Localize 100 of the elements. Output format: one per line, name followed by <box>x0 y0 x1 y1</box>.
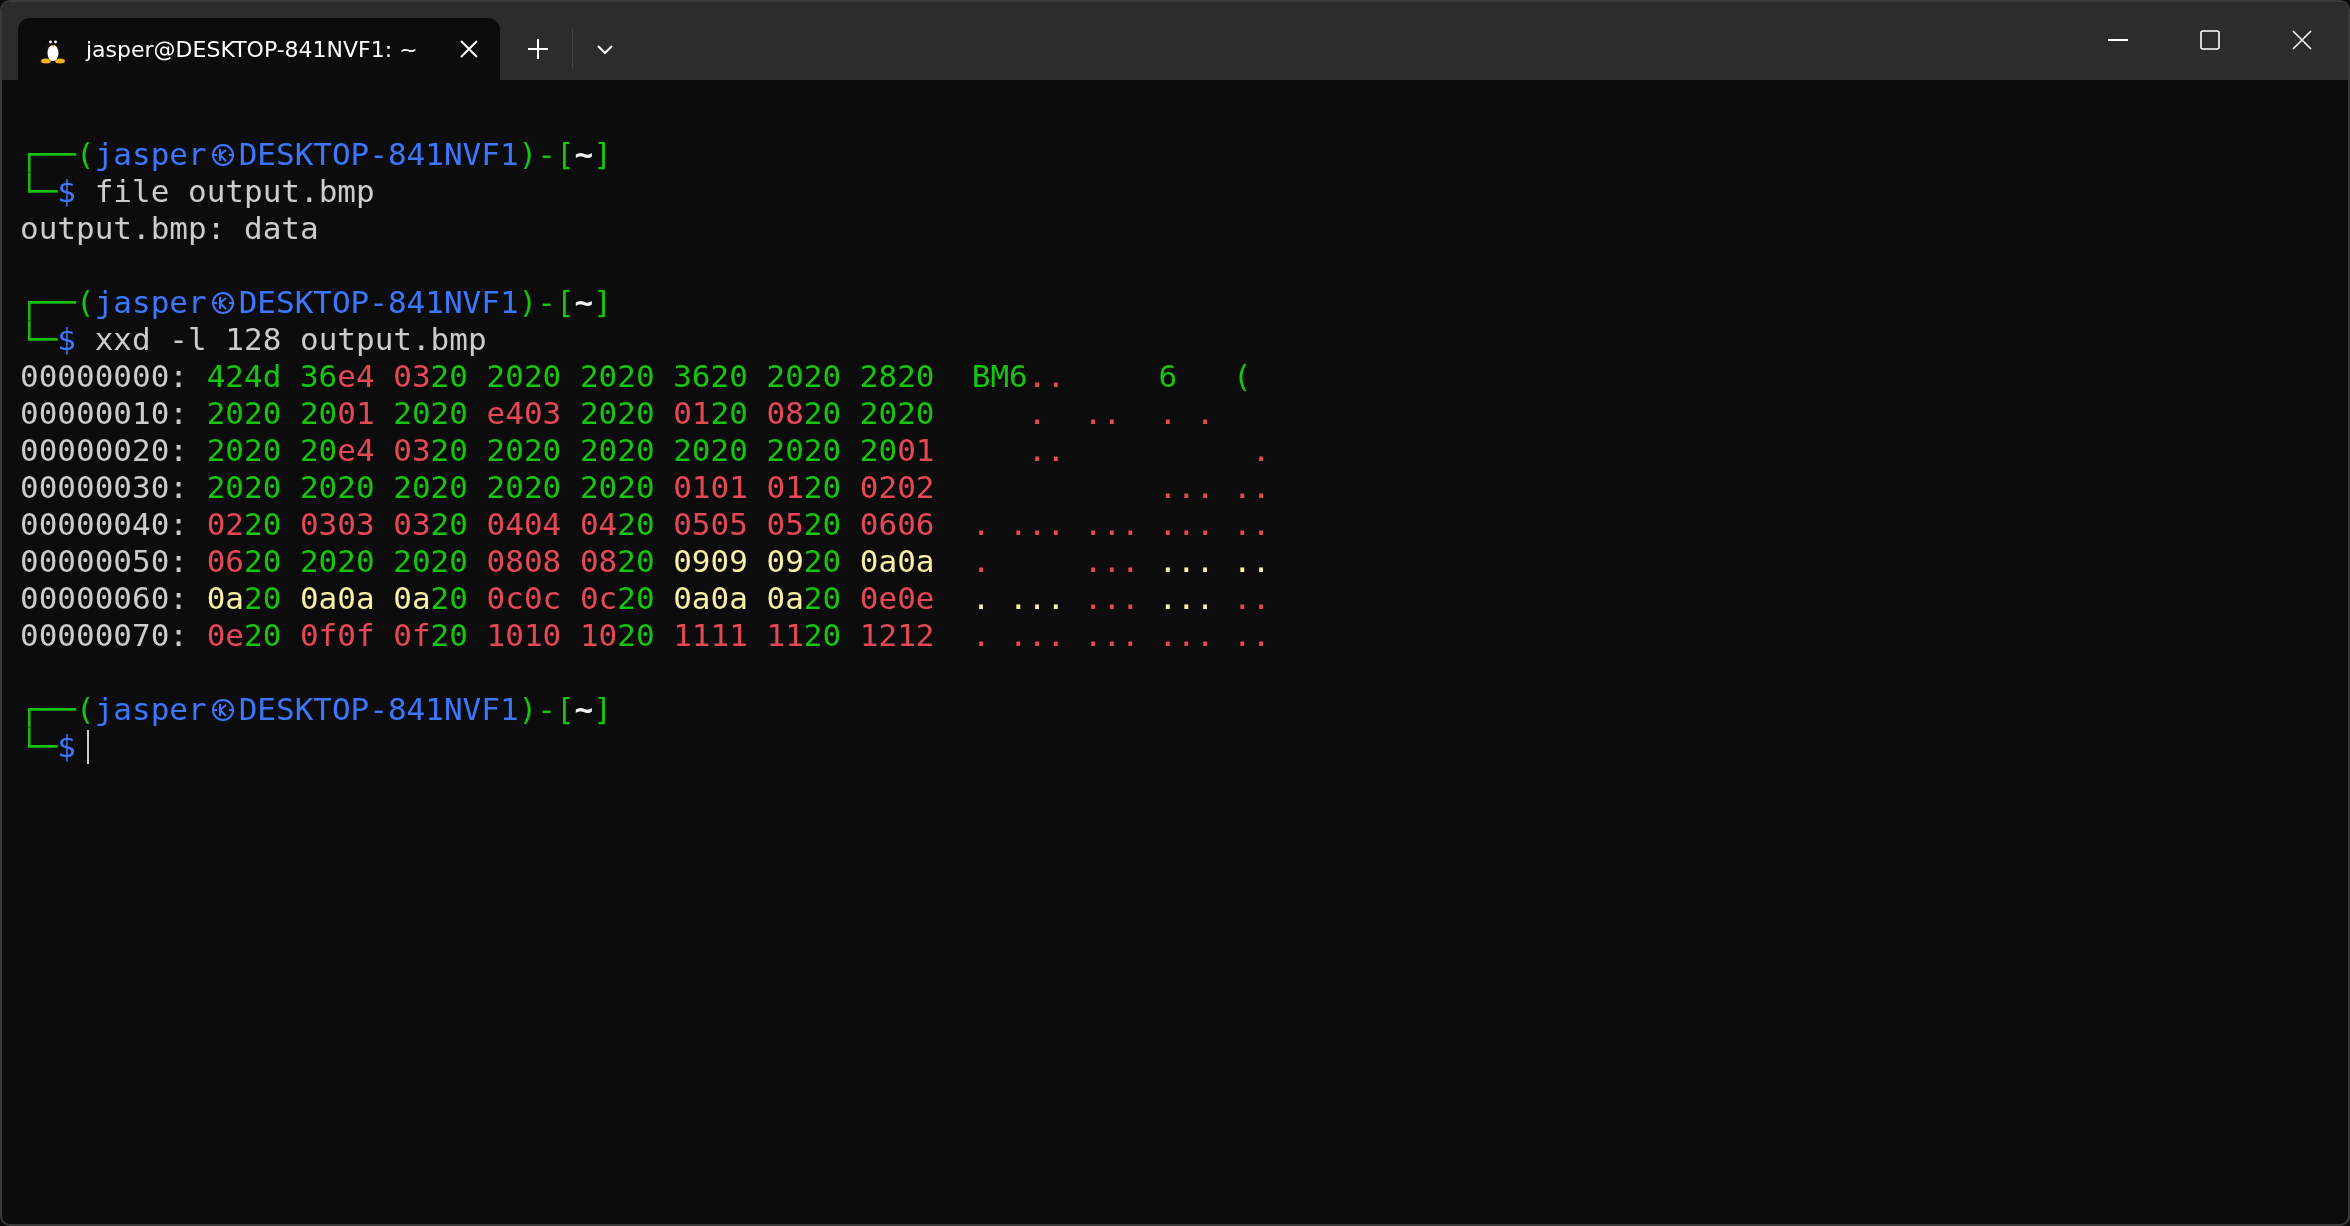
prompt-dir: ~ <box>574 691 594 728</box>
close-icon <box>458 38 480 60</box>
hex-digits: 20 <box>617 543 655 580</box>
ascii-text: ... <box>1082 580 1140 617</box>
prompt-frame: )-[ <box>518 284 575 321</box>
prompt-frame: )-[ <box>518 136 575 173</box>
hex-digits: 0a <box>393 580 431 617</box>
minimize-icon <box>2108 39 2128 41</box>
hex-digits: 0202 <box>859 469 935 506</box>
hex-digits: 2820 <box>859 358 935 395</box>
ascii-text: .. . <box>1026 432 1271 469</box>
hex-offset: 00000000: <box>20 358 188 395</box>
hex-digits: 06 <box>206 543 244 580</box>
command-text: file output.bmp <box>93 173 375 210</box>
hex-digits: 2020 <box>393 543 468 580</box>
hex-offset: 00000010: <box>20 395 188 432</box>
hex-offset: 00000020: <box>20 432 188 469</box>
chevron-down-icon <box>596 43 614 55</box>
prompt-frame: ] <box>593 136 612 173</box>
hex-digits: 0303 <box>299 506 375 543</box>
circled-k-icon <box>210 290 235 315</box>
hex-digits: 1212 <box>859 617 935 654</box>
hex-digits: 0e0e <box>859 580 935 617</box>
ascii-text: . ... ... ... .. <box>971 617 1271 654</box>
hex-digits: 2020 <box>299 469 375 506</box>
hex-digits: 03 <box>393 432 431 469</box>
hex-digits: 04 <box>579 506 618 543</box>
hex-digits: 0a0a <box>673 580 748 617</box>
prompt-symbol: $ <box>57 321 76 358</box>
hex-digits: 2020 <box>579 432 655 469</box>
hex-digits: 2020 <box>486 432 562 469</box>
circled-k-icon <box>210 697 235 722</box>
hex-digits: 20 <box>243 506 282 543</box>
hex-digits: 20 <box>617 506 655 543</box>
hex-digits: 0c <box>579 580 618 617</box>
hex-digits: 2020 <box>859 395 935 432</box>
hex-offset: 00000030: <box>20 469 188 506</box>
prompt-symbol: $ <box>57 728 76 765</box>
hex-digits: 01 <box>766 469 804 506</box>
hex-digits: 02 <box>206 506 244 543</box>
hex-digits: 08 <box>579 543 618 580</box>
hex-digits: 01 <box>897 432 935 469</box>
hex-digits: e403 <box>486 395 562 432</box>
hex-digits: 0404 <box>486 506 562 543</box>
hex-offset: 00000060: <box>20 580 188 617</box>
ascii-text: 6 ( <box>1157 358 1252 395</box>
prompt-host: DESKTOP-841NVF1 <box>238 136 519 173</box>
prompt-frame: ┌──( <box>20 691 95 728</box>
hex-digits: 20 <box>243 580 282 617</box>
hex-digits: 20 <box>430 506 468 543</box>
hex-digits: 2020 <box>579 358 655 395</box>
hex-digits: 0e <box>206 617 244 654</box>
ascii-text: .. <box>1232 580 1271 617</box>
hex-digits: 2020 <box>393 395 468 432</box>
hex-digits: 2020 <box>486 358 562 395</box>
hex-offset: 00000070: <box>20 617 188 654</box>
close-tab-button[interactable] <box>458 38 480 60</box>
terminal-tab[interactable]: jasper@DESKTOP-841NVF1: ~ <box>18 18 500 80</box>
hex-digits: 0a <box>766 580 804 617</box>
prompt-user: jasper <box>94 691 207 728</box>
hex-digits: 20 <box>803 395 842 432</box>
hex-digits: 2020 <box>393 469 468 506</box>
prompt-frame: )-[ <box>518 691 575 728</box>
hex-digits: 0a0a <box>859 543 935 580</box>
hex-digits: 0f0f <box>299 617 375 654</box>
ascii-text: .. <box>1027 358 1066 395</box>
prompt-symbol: $ <box>57 173 76 210</box>
prompt-frame: └─ <box>20 321 58 358</box>
hex-digits: 2020 <box>673 432 748 469</box>
close-icon <box>2291 29 2313 51</box>
prompt-frame: ┌──( <box>20 284 95 321</box>
plus-icon <box>526 37 550 61</box>
hex-digits: 2020 <box>206 432 282 469</box>
hex-digits: 10 <box>579 617 618 654</box>
hex-digits: 20 <box>430 358 468 395</box>
ascii-text: . ... ... ... .. <box>971 506 1271 543</box>
prompt-frame: └─ <box>20 728 58 765</box>
hex-digits: 3620 <box>673 358 748 395</box>
hex-digits: 0c0c <box>486 580 562 617</box>
hex-digits: 20 <box>803 580 842 617</box>
prompt-frame: ] <box>593 284 612 321</box>
prompt-user: jasper <box>94 136 207 173</box>
prompt-dir: ~ <box>574 136 594 173</box>
hex-digits: 20 <box>859 432 898 469</box>
hex-digits: 0f <box>393 617 431 654</box>
hex-digits: 1111 <box>673 617 748 654</box>
ascii-text: . .. . . <box>1026 395 1215 432</box>
hex-digits: 20 <box>299 432 338 469</box>
hex-digits: 36 <box>299 358 338 395</box>
hex-digits: 0a0a <box>299 580 375 617</box>
hex-digits: 0505 <box>673 506 748 543</box>
hex-digits: 0808 <box>486 543 562 580</box>
hex-offset: 00000040: <box>20 506 188 543</box>
ascii-text: ... .. <box>1157 469 1271 506</box>
hex-digits: 0a <box>206 580 244 617</box>
hex-digits: 0909 <box>673 543 748 580</box>
prompt-user: jasper <box>94 284 207 321</box>
ascii-text: ... <box>1157 580 1215 617</box>
hex-digits: 20 <box>430 580 468 617</box>
hex-digits: 1010 <box>486 617 562 654</box>
